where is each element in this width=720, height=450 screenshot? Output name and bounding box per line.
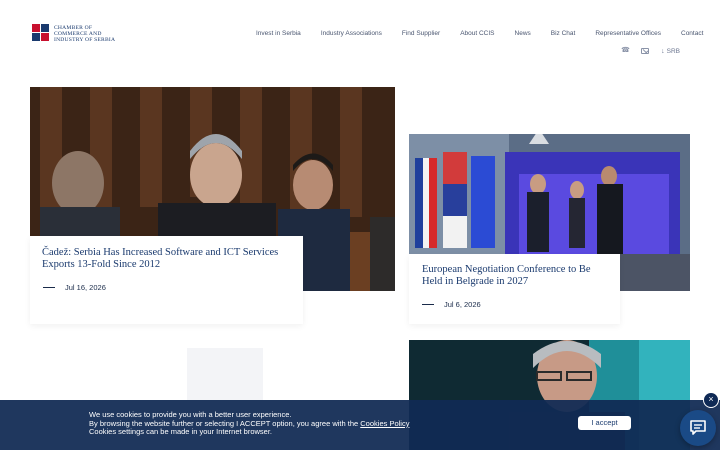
news-2-date-text: Jul 6, 2026: [444, 300, 481, 309]
mail-icon[interactable]: [641, 48, 650, 54]
nav-biz-chat[interactable]: Biz Chat: [551, 30, 576, 37]
date-dash: [43, 287, 55, 288]
ccis-logo[interactable]: CHAMBER OF COMMERCE AND INDUSTRY OF SERB…: [32, 24, 118, 44]
nav-industry-associations[interactable]: Industry Associations: [321, 30, 382, 37]
header-utilities: ↓ SRB: [621, 46, 680, 55]
chat-button[interactable]: [680, 410, 716, 446]
main-nav: Invest in Serbia Industry Associations F…: [256, 30, 703, 37]
news-2-card[interactable]: European Negotiation Conference to Be He…: [409, 254, 620, 324]
news-1-date-text: Jul 16, 2026: [65, 283, 106, 292]
nav-find-supplier[interactable]: Find Supplier: [402, 30, 440, 37]
news-1-card[interactable]: Čadež: Serbia Has Increased Software and…: [30, 236, 303, 324]
cookies-policy-link[interactable]: Cookies Policy: [360, 419, 409, 428]
nav-contact[interactable]: Contact: [681, 30, 703, 37]
news-2-title[interactable]: European Negotiation Conference to Be He…: [422, 264, 612, 288]
site-header: CHAMBER OF COMMERCE AND INDUSTRY OF SERB…: [0, 0, 720, 70]
cookie-message: We use cookies to provide you with a bet…: [89, 410, 409, 437]
news-3-placeholder: [187, 348, 263, 400]
logo-mark-icon: [32, 24, 50, 44]
nav-news[interactable]: News: [515, 30, 531, 37]
logo-text: CHAMBER OF COMMERCE AND INDUSTRY OF SERB…: [54, 25, 116, 43]
date-dash: [422, 304, 434, 305]
nav-about-ccis[interactable]: About CCIS: [460, 30, 494, 37]
chat-icon: [690, 420, 706, 435]
language-label: SRB: [666, 47, 680, 55]
news-2-date: Jul 6, 2026: [422, 300, 481, 309]
news-1-date: Jul 16, 2026: [43, 283, 106, 292]
language-switch[interactable]: ↓ SRB: [661, 48, 680, 55]
cookie-line-3: Cookies settings can be made in your Int…: [89, 427, 273, 437]
news-1-title[interactable]: Čadež: Serbia Has Increased Software and…: [42, 247, 292, 271]
close-banner-icon[interactable]: ×: [703, 392, 719, 408]
nav-invest-in-serbia[interactable]: Invest in Serbia: [256, 30, 301, 37]
accept-cookies-button[interactable]: I accept: [578, 416, 631, 430]
nav-representative-offices[interactable]: Representative Offices: [595, 30, 661, 37]
cookie-banner: We use cookies to provide you with a bet…: [0, 400, 720, 450]
phone-icon[interactable]: [621, 46, 630, 55]
arrow-down-icon: ↓: [661, 47, 665, 55]
